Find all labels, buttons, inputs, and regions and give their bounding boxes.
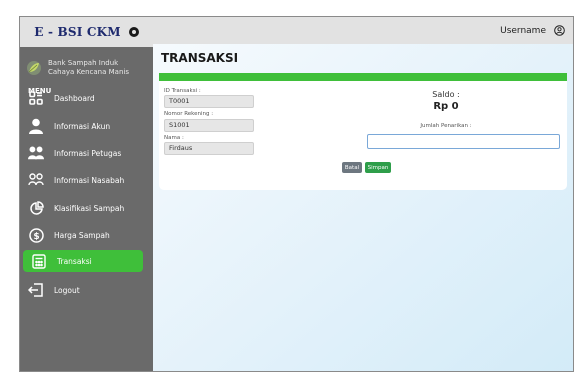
sidebar-item-label: Dashboard xyxy=(54,93,95,103)
dollar-icon: $ xyxy=(28,227,44,243)
transaction-id-field[interactable]: T0001 xyxy=(164,95,254,108)
sidebar-item-label: Harga Sampah xyxy=(54,230,110,240)
pie-chart-icon xyxy=(28,200,44,216)
withdrawal-amount-label: Jumlah Penarikan : xyxy=(420,123,472,129)
sidebar-item-logout[interactable]: Logout xyxy=(20,279,153,301)
sidebar-item-informasi-petugas[interactable]: Informasi Petugas xyxy=(20,142,153,164)
username-label[interactable]: Username xyxy=(500,26,546,36)
main-content: Username TRANSAKSI ID Transaksi : T0001 … xyxy=(153,17,573,371)
logout-icon xyxy=(28,282,44,298)
svg-text:$: $ xyxy=(33,231,39,241)
user-icon xyxy=(28,118,44,134)
account-icon[interactable] xyxy=(554,25,565,36)
transaction-id-label: ID Transaksi : xyxy=(164,88,201,94)
sidebar-item-label: Transaksi xyxy=(57,256,92,266)
withdrawal-amount-input[interactable] xyxy=(367,134,560,149)
org-name-line2: Cahaya Kencana Manis xyxy=(48,68,129,76)
sidebar: E - BSI CKM Bank Sampah Induk Cahaya Ken… xyxy=(20,17,153,371)
dashboard-icon xyxy=(28,90,44,106)
transaction-form-card: ID Transaksi : T0001 Nomor Rekening : S1… xyxy=(159,81,567,190)
sidebar-item-informasi-nasabah[interactable]: Informasi Nasabah xyxy=(20,169,153,191)
brand-header: E - BSI CKM xyxy=(20,17,153,47)
org-name-line1: Bank Sampah Induk xyxy=(48,59,119,67)
account-number-label: Nomor Rekening : xyxy=(164,111,214,117)
top-bar: Username xyxy=(153,17,573,44)
cancel-button[interactable]: Batal xyxy=(342,162,362,173)
sidebar-item-transaksi[interactable]: Transaksi xyxy=(23,250,143,272)
saldo-value: Rp 0 xyxy=(433,101,459,112)
people-outline-icon xyxy=(28,172,44,188)
sidebar-item-dashboard[interactable]: Dashboard xyxy=(20,87,153,109)
sidebar-item-klasifikasi-sampah[interactable]: Klasifikasi Sampah xyxy=(20,197,153,219)
account-number-field[interactable]: S1001 xyxy=(164,119,254,132)
brand-toggle-icon[interactable] xyxy=(128,27,139,37)
sidebar-item-label: Informasi Nasabah xyxy=(54,175,125,185)
calculator-icon xyxy=(31,253,47,269)
users-icon xyxy=(28,145,44,161)
save-button[interactable]: Simpan xyxy=(365,162,391,173)
saldo-label: Saldo : xyxy=(432,90,460,99)
sidebar-item-label: Informasi Petugas xyxy=(54,148,122,158)
sidebar-item-label: Klasifikasi Sampah xyxy=(54,203,125,213)
sidebar-item-informasi-akun[interactable]: Informasi Akun xyxy=(20,115,153,137)
name-label: Nama : xyxy=(164,135,184,141)
page-title: TRANSAKSI xyxy=(161,51,239,65)
sidebar-item-label: Logout xyxy=(54,285,80,295)
card-header-bar xyxy=(159,73,567,81)
sidebar-item-harga-sampah[interactable]: $ Harga Sampah xyxy=(20,224,153,246)
app-window: E - BSI CKM Bank Sampah Induk Cahaya Ken… xyxy=(19,16,574,372)
brand-title: E - BSI CKM xyxy=(34,25,121,39)
name-field[interactable]: Firdaus xyxy=(164,142,254,155)
sidebar-item-label: Informasi Akun xyxy=(54,121,111,131)
organization: Bank Sampah Induk Cahaya Kencana Manis xyxy=(20,47,153,83)
leaf-logo-icon xyxy=(27,61,41,75)
